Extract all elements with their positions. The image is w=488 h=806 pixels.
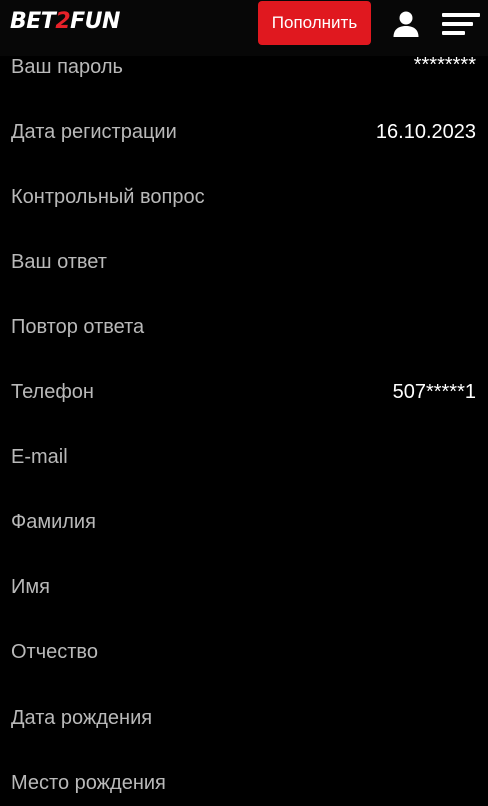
field-value: ******** (413, 54, 476, 76)
profile-fields-list: Ваш пароль ******** Дата регистрации 16.… (0, 0, 488, 806)
field-label: Отчество (11, 641, 98, 663)
field-row-surname[interactable]: Фамилия (0, 500, 488, 540)
field-label: E-mail (11, 446, 68, 468)
logo-text-fun: FUN (70, 9, 120, 34)
field-row-birth-place[interactable]: Место рождения (0, 761, 488, 801)
user-icon (393, 11, 419, 37)
menu-button[interactable] (440, 8, 482, 40)
field-row-repeat-answer[interactable]: Повтор ответа (0, 305, 488, 345)
field-label: Место рождения (11, 772, 166, 794)
profile-button[interactable] (388, 8, 424, 40)
field-label: Повтор ответа (11, 316, 145, 338)
field-label: Телефон (11, 381, 94, 403)
field-row-first-name[interactable]: Имя (0, 565, 488, 605)
field-label: Контрольный вопрос (11, 186, 205, 208)
field-row-email[interactable]: E-mail (0, 435, 488, 475)
menu-icon (442, 13, 480, 35)
app-header: BET2FUN Пополнить (0, 0, 488, 56)
field-value: 16.10.2023 (375, 121, 476, 143)
field-row-patronymic[interactable]: Отчество (0, 630, 488, 670)
field-label: Дата регистрации (11, 121, 177, 143)
field-label: Ваш ответ (11, 251, 107, 273)
field-row-birth-date[interactable]: Дата рождения (0, 696, 488, 736)
field-row-registration-date[interactable]: Дата регистрации 16.10.2023 (0, 110, 488, 150)
field-value: 507*****1 (392, 381, 476, 403)
bet2fun-logo[interactable]: BET2FUN (10, 9, 120, 35)
field-row-answer[interactable]: Ваш ответ (0, 240, 488, 280)
field-label: Имя (11, 576, 50, 598)
logo-text-2: 2 (55, 9, 71, 34)
deposit-button[interactable]: Пополнить (258, 1, 371, 45)
field-row-phone[interactable]: Телефон 507*****1 (0, 370, 488, 410)
field-label: Дата рождения (11, 707, 153, 729)
field-row-security-question[interactable]: Контрольный вопрос (0, 175, 488, 215)
logo-text-bet: BET (10, 9, 56, 34)
field-label: Ваш пароль (11, 56, 123, 78)
field-label: Фамилия (11, 511, 96, 533)
